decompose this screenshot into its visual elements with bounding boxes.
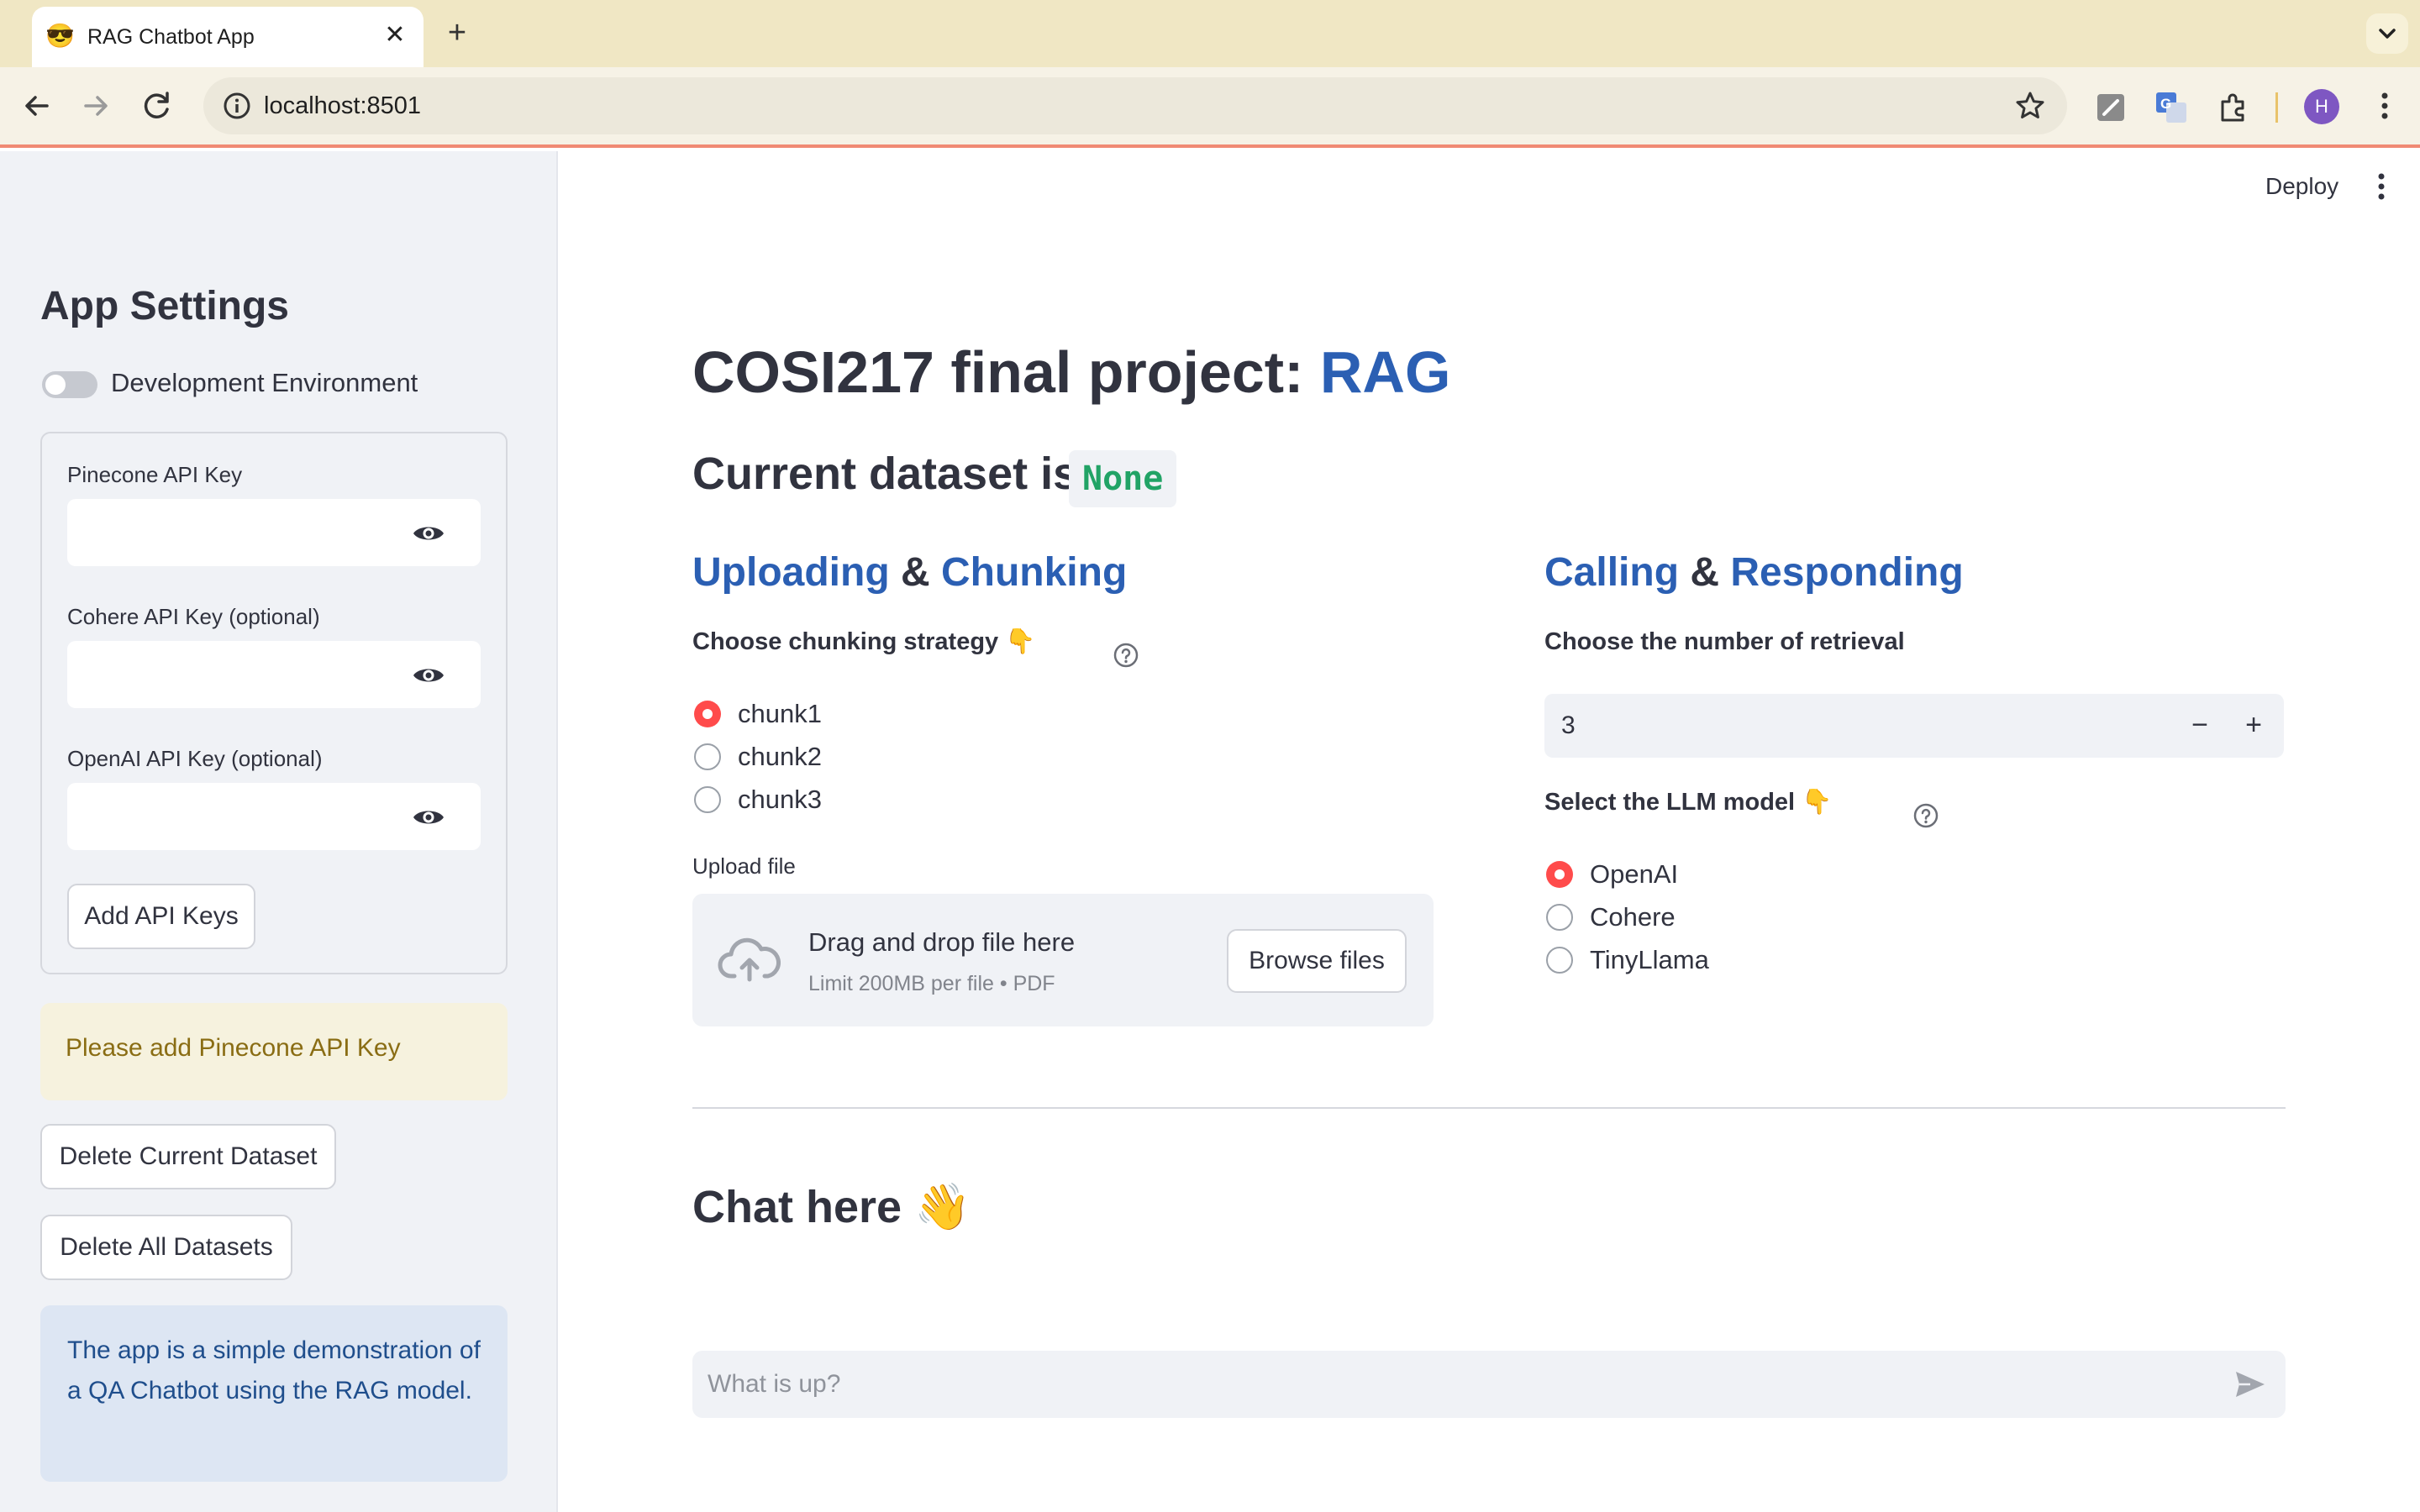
- dev-environment-label: Development Environment: [111, 368, 418, 397]
- radio-indicator[interactable]: [694, 786, 721, 813]
- help-question-icon[interactable]: [1113, 642, 1139, 669]
- dataset-heading: Current dataset is:: [692, 449, 1094, 499]
- dev-environment-toggle[interactable]: [42, 371, 97, 398]
- new-tab-button[interactable]: +: [439, 15, 476, 52]
- increment-button[interactable]: +: [2235, 707, 2272, 744]
- sidebar-title: App Settings: [40, 284, 289, 328]
- svg-text:G: G: [2160, 96, 2171, 112]
- chat-input[interactable]: [708, 1368, 2170, 1401]
- heading-chunking: Chunking: [940, 550, 1128, 595]
- site-info-icon[interactable]: [222, 91, 252, 121]
- heading-uploading: Uploading: [692, 550, 890, 595]
- show-password-eye-icon[interactable]: [412, 664, 445, 687]
- pinecone-key-label: Pinecone API Key: [67, 462, 243, 487]
- tab-title: RAG Chatbot App: [87, 25, 255, 49]
- dataset-value-badge: None: [1069, 450, 1177, 507]
- deploy-button[interactable]: Deploy: [2252, 166, 2352, 207]
- heading-amp: &: [1679, 550, 1731, 595]
- retrieval-count-value[interactable]: 3: [1561, 709, 1576, 743]
- radio-label: chunk1: [738, 699, 822, 728]
- heading-calling: Calling: [1544, 550, 1680, 595]
- retrieval-count-input[interactable]: 3 − +: [1544, 694, 2284, 758]
- bookmark-star-icon[interactable]: [2013, 89, 2047, 123]
- browser-tabstrip: 😎 RAG Chatbot App ✕ +: [0, 0, 2420, 67]
- sidebar: App Settings Development Environment Pin…: [0, 151, 558, 1512]
- pinecone-key-input[interactable]: [67, 499, 481, 566]
- translate-extension-icon[interactable]: G: [2153, 89, 2190, 126]
- profile-avatar[interactable]: H: [2304, 89, 2339, 124]
- toolbar-separator: [2275, 92, 2278, 123]
- extension-icon[interactable]: [2092, 89, 2129, 126]
- radio-label: chunk2: [738, 742, 822, 771]
- chevron-down-icon: [2379, 29, 2396, 39]
- reload-icon[interactable]: [137, 86, 177, 126]
- show-password-eye-icon[interactable]: [412, 522, 445, 545]
- cohere-key-label: Cohere API Key (optional): [67, 604, 320, 629]
- page-title-prefix: COSI217 final project:: [692, 339, 1320, 405]
- radio-indicator[interactable]: [694, 743, 721, 770]
- cohere-key-input[interactable]: [67, 641, 481, 708]
- browser-menu-icon[interactable]: [2368, 86, 2402, 126]
- radio-indicator[interactable]: [1546, 947, 1573, 974]
- delete-all-datasets-button[interactable]: Delete All Datasets: [40, 1215, 292, 1280]
- section-divider: [692, 1107, 2286, 1109]
- chat-input-bar[interactable]: [692, 1351, 2286, 1418]
- page-title: COSI217 final project: RAG: [692, 334, 1450, 410]
- app-info-alert: The app is a simple demonstration of a Q…: [40, 1305, 508, 1482]
- add-api-keys-button[interactable]: Add API Keys: [67, 884, 255, 949]
- puzzle-extensions-icon[interactable]: [2215, 89, 2252, 126]
- radio-label: chunk3: [738, 785, 822, 814]
- radio-label: Cohere: [1590, 902, 1676, 932]
- browser-tab[interactable]: 😎 RAG Chatbot App ✕: [32, 7, 424, 67]
- url-text[interactable]: localhost:8501: [264, 91, 421, 121]
- cloud-upload-icon: [718, 937, 781, 982]
- send-icon[interactable]: [2233, 1369, 2267, 1399]
- tab-close-icon[interactable]: ✕: [378, 18, 412, 52]
- upload-section-heading: Uploading & Chunking: [692, 546, 1127, 600]
- dropzone-limits: Limit 200MB per file • PDF: [808, 972, 1055, 995]
- page-title-accent: RAG: [1319, 339, 1451, 405]
- main-menu-icon[interactable]: [2368, 168, 2395, 205]
- heading-responding: Responding: [1730, 550, 1964, 595]
- browser-toolbar: localhost:8501 G H: [0, 67, 2420, 148]
- file-dropzone[interactable]: Drag and drop file here Limit 200MB per …: [692, 894, 1434, 1026]
- chunking-strategy-label: Choose chunking strategy 👇: [692, 628, 1036, 655]
- radio-label: OpenAI: [1590, 859, 1679, 889]
- retrieval-count-label: Choose the number of retrieval: [1544, 628, 1905, 655]
- llm-model-label: Select the LLM model 👇: [1544, 789, 1833, 816]
- tab-search-button[interactable]: [2366, 13, 2408, 54]
- heading-amp: &: [889, 550, 941, 595]
- forward-arrow-icon[interactable]: [76, 86, 116, 126]
- toggle-knob: [45, 375, 66, 395]
- show-password-eye-icon[interactable]: [412, 806, 445, 829]
- sunglasses-emoji-icon: 😎: [45, 23, 75, 49]
- browse-files-button[interactable]: Browse files: [1227, 929, 1407, 993]
- chat-heading: Chat here 👋: [692, 1182, 971, 1232]
- radio-selected-indicator[interactable]: [1546, 861, 1573, 888]
- decrement-button[interactable]: −: [2181, 707, 2218, 744]
- openai-key-label: OpenAI API Key (optional): [67, 746, 323, 771]
- pinecone-warning-alert: Please add Pinecone API Key: [40, 1003, 508, 1100]
- openai-key-input[interactable]: [67, 783, 481, 850]
- radio-indicator[interactable]: [1546, 904, 1573, 931]
- help-question-icon[interactable]: [1912, 802, 1939, 829]
- radio-selected-indicator[interactable]: [694, 701, 721, 727]
- calling-section-heading: Calling & Responding: [1544, 546, 1964, 600]
- dropzone-title: Drag and drop file here: [808, 927, 1076, 957]
- delete-current-dataset-button[interactable]: Delete Current Dataset: [40, 1124, 336, 1189]
- back-arrow-icon[interactable]: [17, 86, 57, 126]
- radio-label: TinyLlama: [1590, 945, 1709, 974]
- address-bar[interactable]: localhost:8501: [203, 77, 2067, 134]
- upload-file-label: Upload file: [692, 853, 796, 879]
